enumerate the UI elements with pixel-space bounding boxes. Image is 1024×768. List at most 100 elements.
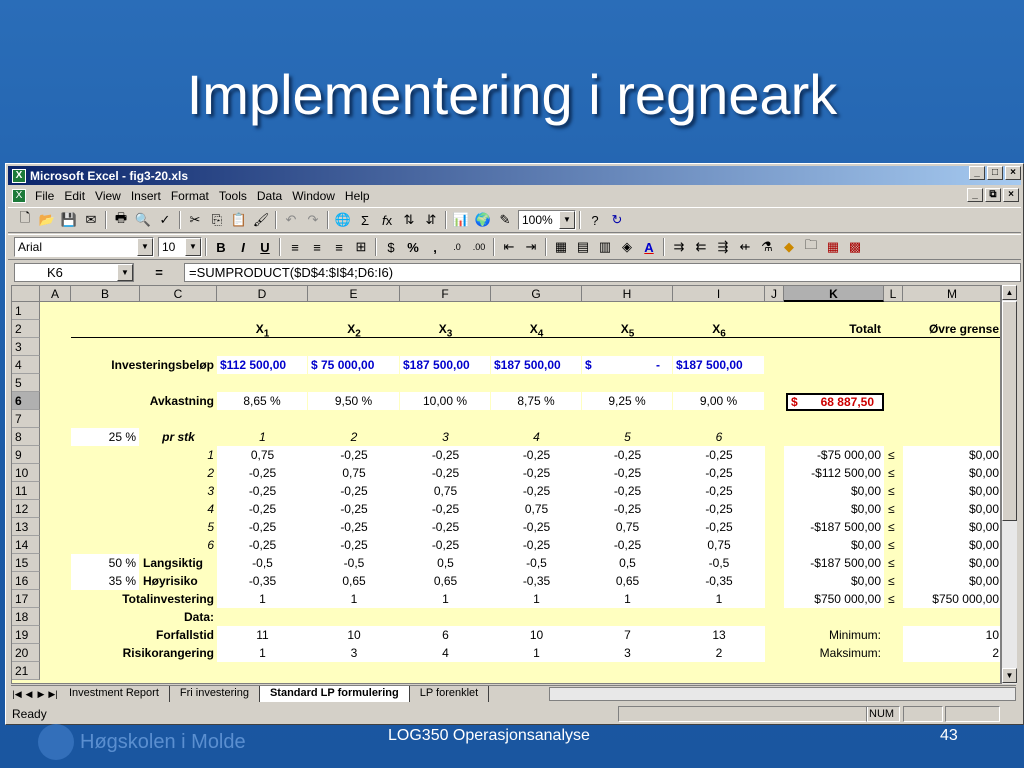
matrix-cell[interactable]: -0,25 [308,446,400,464]
matrix-cell[interactable]: 0,75 [582,518,673,536]
undo-icon[interactable]: ↶ [280,210,302,230]
matrix-cell[interactable]: -0,25 [217,536,308,554]
tab-lp-forenklet[interactable]: LP forenklet [410,686,490,702]
matrix-cell[interactable]: -0,25 [582,446,673,464]
matrix-cell[interactable]: -0,25 [491,536,582,554]
row-header[interactable]: 11 [12,482,40,500]
row-header[interactable]: 4 [12,356,40,374]
matrix-cell[interactable]: -0,25 [582,482,673,500]
currency-icon[interactable]: $ [380,237,402,257]
data-cell[interactable]: 13 [673,626,765,644]
align-right-icon[interactable]: ≡ [328,237,350,257]
refresh-icon[interactable]: ↻ [606,210,628,230]
matrix-cell[interactable]: -0,25 [308,482,400,500]
matrix-cell[interactable]: 1 [491,590,582,608]
matrix-cell[interactable]: 1 [582,590,673,608]
matrix-cell[interactable]: 1 [308,590,400,608]
upper-bound[interactable]: $0,00 [903,536,1000,554]
chevron-down-icon[interactable]: ▼ [185,238,201,256]
data-cell[interactable]: 3 [308,644,400,662]
clear-circles-icon[interactable]: ▩ [844,237,866,257]
table-icon[interactable]: ▤ [572,237,594,257]
trace-error-icon[interactable]: ⇷ [734,237,756,257]
doc-minimize-button[interactable]: _ [967,188,983,202]
matrix-cell[interactable]: 0,5 [400,554,491,572]
tab-standard-lp[interactable]: Standard LP formulering [259,686,410,702]
minimum-value[interactable]: 10 [903,626,1000,644]
row-header[interactable]: 1 [12,302,40,320]
avk-f[interactable]: 10,00 % [400,392,490,410]
menu-file[interactable]: File [30,189,59,203]
align-center-icon[interactable]: ≡ [306,237,328,257]
pct-b15[interactable]: 50 % [71,554,139,572]
redo-icon[interactable]: ↷ [302,210,324,230]
upper-bound[interactable]: $0,00 [903,482,1000,500]
row-header[interactable]: 21 [12,662,40,680]
data-cell[interactable]: 2 [673,644,765,662]
matrix-cell[interactable]: -0,25 [217,518,308,536]
data-cell[interactable]: 7 [582,626,673,644]
upper-bound[interactable]: $0,00 [903,464,1000,482]
upper-bound[interactable]: $750 000,00 [903,590,1000,608]
data-cell[interactable]: 10 [308,626,400,644]
format-painter-icon[interactable]: 🖌 [250,210,272,230]
row-header[interactable]: 5 [12,374,40,392]
row-header[interactable]: 15 [12,554,40,572]
merge-center-icon[interactable]: ⊞ [350,237,372,257]
matrix-cell[interactable]: -0,25 [582,464,673,482]
audit-icon[interactable]: ⚗ [756,237,778,257]
matrix-cell[interactable]: 0,75 [217,446,308,464]
map-icon[interactable]: 🌍 [472,210,494,230]
open-icon[interactable]: 📂 [36,210,58,230]
matrix-cell[interactable]: -0,25 [400,500,491,518]
invest-i[interactable]: $187 500,00 [673,356,764,374]
zoom-select[interactable]: 100% ▼ [518,210,576,230]
formula-input[interactable]: =SUMPRODUCT($D$4:$I$4;D6:I6) [184,262,1021,282]
new-icon[interactable]: 🗋 [14,210,36,230]
col-header-g[interactable]: G [491,286,582,302]
circle-invalid-icon[interactable]: ▦ [822,237,844,257]
matrix-cell[interactable]: -0,25 [673,464,765,482]
upper-bound[interactable]: $0,00 [903,518,1000,536]
row-header[interactable]: 17 [12,590,40,608]
menu-help[interactable]: Help [340,189,375,203]
col-header-k[interactable]: K [784,286,884,302]
scroll-thumb[interactable] [1002,301,1017,521]
chevron-down-icon[interactable]: ▼ [137,238,153,256]
horizontal-scrollbar[interactable] [549,687,1016,701]
menu-tools[interactable]: Tools [214,189,252,203]
italic-button[interactable]: I [232,237,254,257]
matrix-cell[interactable]: 0,65 [582,572,673,590]
matrix-cell[interactable]: -0,25 [673,446,765,464]
data-cell[interactable]: 6 [400,626,491,644]
function-icon[interactable]: fx [376,210,398,230]
matrix-cell[interactable]: -0,25 [217,500,308,518]
col-header-c[interactable]: C [140,286,217,302]
scroll-down-icon[interactable]: ▼ [1002,668,1017,683]
invest-f[interactable]: $187 500,00 [400,356,490,374]
menu-edit[interactable]: Edit [59,189,90,203]
matrix-cell[interactable]: -0,25 [491,518,582,536]
matrix-cell[interactable]: -0,25 [400,536,491,554]
matrix-cell[interactable]: -0,5 [308,554,400,572]
col-header-l[interactable]: L [884,286,903,302]
sort-ascending-icon[interactable]: ⇅ [398,210,420,230]
matrix-cell[interactable]: 1 [217,590,308,608]
font-select[interactable]: Arial ▼ [14,237,154,257]
borders-icon[interactable]: ▦ [550,237,572,257]
matrix-cell[interactable]: -0,25 [582,536,673,554]
menu-insert[interactable]: Insert [126,189,166,203]
mail-icon[interactable]: ✉ [80,210,102,230]
select-all-corner[interactable] [12,286,40,302]
tab-investment-report[interactable]: Investment Report [59,686,170,702]
last-sheet-icon[interactable]: ▶| [47,687,59,701]
comment-icon[interactable]: 🗀 [800,237,822,257]
row-header[interactable]: 8 [12,428,40,446]
minimize-button[interactable]: _ [969,166,985,180]
matrix-cell[interactable]: 1 [673,590,765,608]
doc-close-button[interactable]: × [1003,188,1019,202]
col-header-a[interactable]: A [40,286,71,302]
upper-bound[interactable]: $0,00 [903,572,1000,590]
menu-format[interactable]: Format [166,189,214,203]
fill-color-icon[interactable]: ◈ [616,237,638,257]
